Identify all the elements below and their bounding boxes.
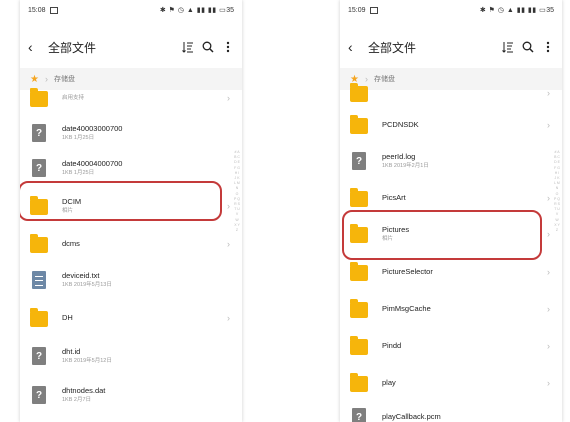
list-item[interactable]: ? dhtnodes.dat 1KB 2月7日 (20, 380, 230, 410)
notification-icon (49, 6, 58, 14)
chevron-right-icon: › (227, 239, 230, 249)
item-name: dcms (62, 239, 80, 248)
folder-icon (350, 262, 368, 281)
item-name: date40003000700 (62, 124, 123, 133)
right-screenshot: 15:09 ✱ ⚑ ◷ ▲ ▮▮ ▮▮ ▭ 35 ‹ 全部文件 ★ › 存储盘 … (340, 0, 562, 422)
item-name: dhtnodes.dat (62, 386, 106, 395)
sort-icon[interactable] (182, 41, 194, 53)
highlight-box (342, 210, 542, 260)
item-name: PicsArt (382, 193, 406, 202)
list-item[interactable]: ? playCallback.pcm (340, 402, 550, 422)
item-name: PictureSelector (382, 267, 433, 276)
file-list: 启用支持 › ? date40003000700 1KB 1月25日 ? date… (20, 88, 242, 422)
back-icon[interactable]: ‹ (28, 39, 44, 55)
unknown-file-icon: ? (32, 124, 46, 142)
alphabet-index[interactable]: # A B C D E F G H I J K L M N O P Q R S … (234, 150, 240, 233)
item-meta: 1KB 1月25日 (62, 170, 95, 176)
item-name: dht.id (62, 347, 81, 356)
unknown-file-icon: ? (32, 159, 46, 177)
status-icons: ✱ ⚑ ◷ ▲ ▮▮ ▮▮ ▭ (479, 7, 547, 14)
chevron-right-icon: › (227, 201, 230, 211)
item-name: Pindd (382, 341, 402, 350)
folder-icon (350, 299, 368, 318)
list-item[interactable]: › (340, 78, 550, 108)
more-icon[interactable] (222, 41, 234, 53)
folder-icon (350, 83, 368, 102)
folder-icon (30, 308, 48, 327)
item-meta: 1KB 1月25日 (62, 135, 95, 141)
notification-icon (369, 6, 378, 14)
list-item[interactable]: play › (340, 368, 550, 398)
folder-icon (350, 115, 368, 134)
list-item[interactable]: PimMsgCache › (340, 294, 550, 324)
list-item[interactable]: ? dht.id 1KB 2019年5月12日 (20, 341, 230, 371)
status-time: 15:09 (348, 6, 366, 14)
chevron-right-icon: › (547, 341, 550, 351)
more-icon[interactable] (542, 41, 554, 53)
item-name: PimMsgCache (382, 304, 431, 313)
item-name: playCallback.pcm (382, 412, 441, 421)
chevron-right-icon: › (547, 88, 550, 98)
text-file-icon (32, 271, 46, 289)
chevron-right-icon: › (547, 378, 550, 388)
item-meta: 1KB 2月7日 (62, 397, 92, 403)
item-meta: 1KB 2019年5月12日 (62, 358, 112, 364)
toolbar: ‹ 全部文件 (340, 34, 562, 60)
list-item[interactable]: ? peerId.log 1KB 2019年2月1日 (340, 146, 550, 176)
back-icon[interactable]: ‹ (348, 39, 364, 55)
folder-icon (30, 88, 48, 107)
folder-icon (30, 234, 48, 253)
list-item[interactable]: ? date40004000700 1KB 1月25日 (20, 153, 230, 183)
chevron-right-icon: › (547, 193, 550, 203)
battery-level: 35 (226, 6, 234, 14)
status-time: 15:08 (28, 6, 46, 14)
chevron-right-icon: › (547, 267, 550, 277)
list-item[interactable]: Pindd › (340, 331, 550, 361)
sort-icon[interactable] (502, 41, 514, 53)
item-name: deviceid.txt (62, 271, 100, 280)
item-name: play (382, 378, 396, 387)
chevron-right-icon: › (547, 229, 550, 239)
item-name: date40004000700 (62, 159, 123, 168)
chevron-right-icon: › (547, 304, 550, 314)
folder-icon (350, 188, 368, 207)
unknown-file-icon: ? (32, 347, 46, 365)
item-meta: 启用支持 (62, 95, 85, 101)
unknown-file-icon: ? (352, 408, 366, 422)
list-item[interactable]: ? date40003000700 1KB 1月25日 (20, 118, 230, 148)
item-name: peerId.log (382, 152, 416, 161)
item-name: DH (62, 313, 73, 322)
list-item[interactable]: deviceid.txt 1KB 2019年5月13日 (20, 265, 230, 295)
alphabet-index[interactable]: # A B C D E F G H I J K L M N O P Q R S … (554, 150, 560, 233)
search-icon[interactable] (202, 41, 214, 53)
left-screenshot: 15:08 ✱ ⚑ ◷ ▲ ▮▮ ▮▮ ▭ 35 ‹ 全部文件 ★ › 存储盘 … (20, 0, 242, 422)
battery-level: 35 (546, 6, 554, 14)
item-meta: 1KB 2019年5月13日 (62, 282, 112, 288)
page-title: 全部文件 (48, 40, 97, 55)
item-meta: 1KB 2019年2月1日 (382, 163, 429, 169)
highlight-box (20, 181, 222, 221)
chevron-right-icon: › (227, 313, 230, 323)
list-item[interactable]: DH › (20, 303, 230, 333)
item-name: PCDNSDK (382, 120, 419, 129)
list-item[interactable]: PictureSelector › (340, 257, 550, 287)
list-item[interactable]: PicsArt › (340, 183, 550, 213)
list-item[interactable]: 启用支持 › (20, 83, 230, 113)
unknown-file-icon: ? (32, 386, 46, 404)
unknown-file-icon: ? (352, 152, 366, 170)
list-item[interactable]: dcms › (20, 229, 230, 259)
status-icons: ✱ ⚑ ◷ ▲ ▮▮ ▮▮ ▭ (159, 7, 227, 14)
list-item[interactable]: PCDNSDK › (340, 110, 550, 140)
search-icon[interactable] (522, 41, 534, 53)
status-bar: 15:09 ✱ ⚑ ◷ ▲ ▮▮ ▮▮ ▭ 35 (340, 0, 562, 20)
chevron-right-icon: › (547, 120, 550, 130)
folder-icon (350, 336, 368, 355)
chevron-right-icon: › (227, 93, 230, 103)
toolbar: ‹ 全部文件 (20, 34, 242, 60)
status-bar: 15:08 ✱ ⚑ ◷ ▲ ▮▮ ▮▮ ▭ 35 (20, 0, 242, 20)
folder-icon (350, 373, 368, 392)
page-title: 全部文件 (368, 40, 417, 55)
